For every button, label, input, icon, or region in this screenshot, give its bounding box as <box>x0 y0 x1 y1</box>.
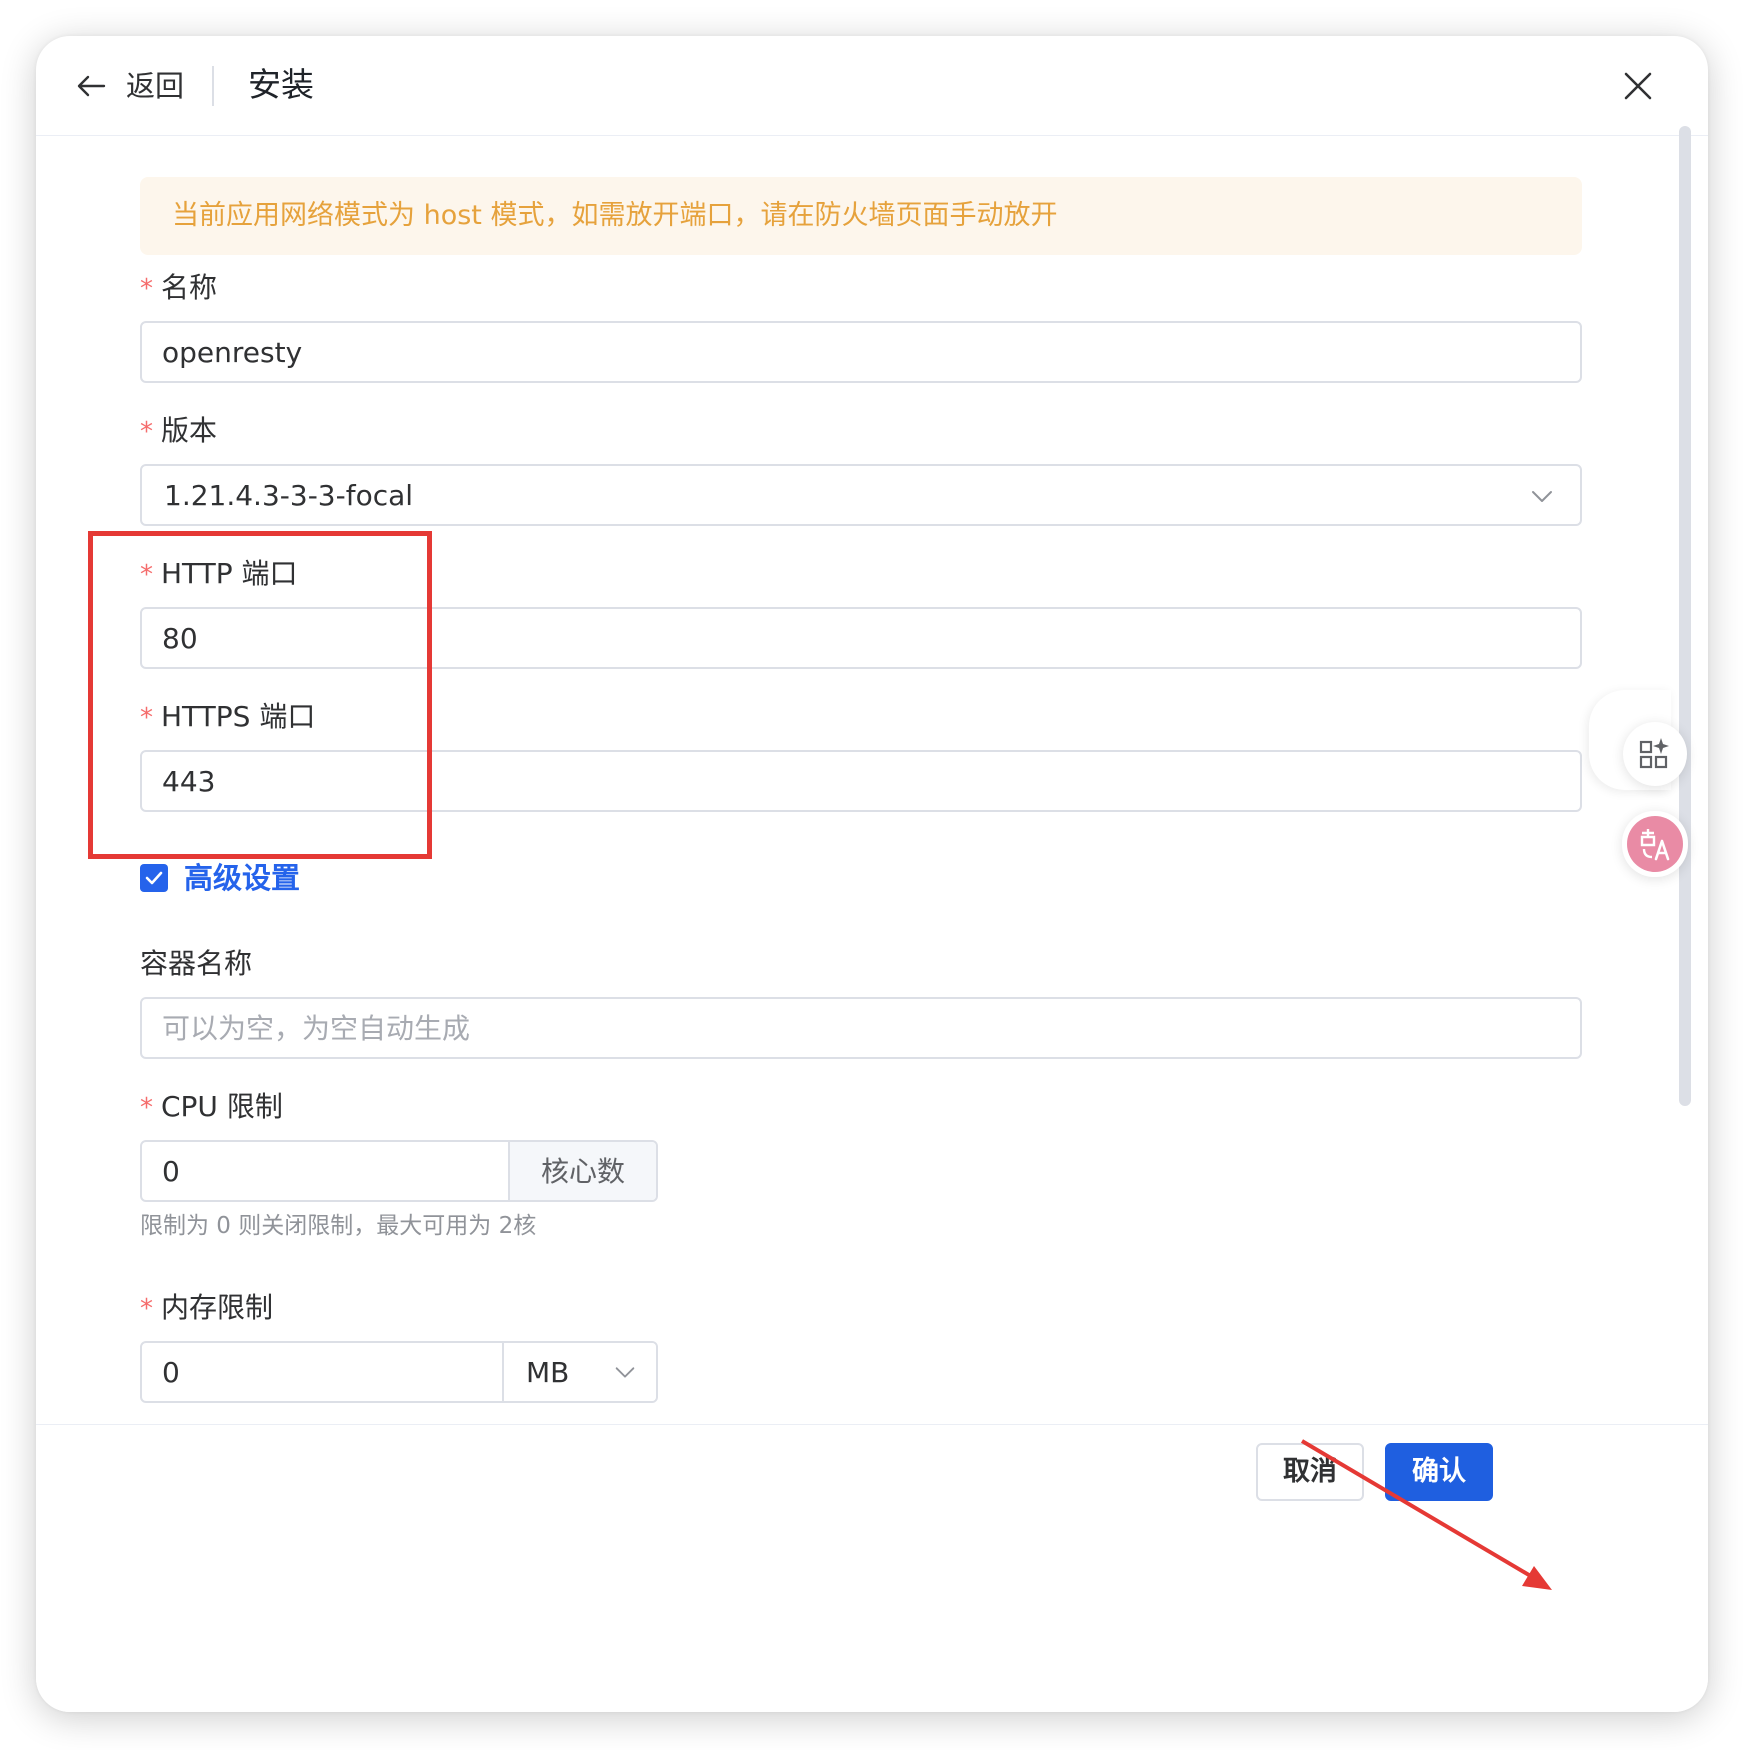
required-mark: * <box>140 274 153 304</box>
check-icon[interactable] <box>140 864 168 892</box>
scrollbar[interactable] <box>1679 126 1691 1106</box>
version-select[interactable]: 1.21.4.3-3-3-focal <box>140 464 1582 526</box>
chevron-down-icon <box>1532 491 1552 502</box>
cpu-unit-text: 核心数 <box>540 1155 625 1188</box>
container-name-label: 容器名称 <box>140 944 252 984</box>
dialog-header: 返回 安装 <box>36 36 1708 136</box>
memory-unit-text: MB <box>526 1356 570 1389</box>
required-mark: * <box>140 1294 153 1324</box>
cpu-limit-value: 0 <box>162 1155 180 1188</box>
cancel-button[interactable]: 取消 <box>1256 1443 1364 1501</box>
page-title: 安装 <box>248 65 314 104</box>
version-label: * 版本 <box>140 411 217 452</box>
close-icon[interactable] <box>1616 64 1660 108</box>
memory-limit-label-text: 内存限制 <box>161 1291 274 1324</box>
cpu-limit-label: * CPU 限制 <box>140 1087 283 1128</box>
alert-text: 当前应用网络模式为 host 模式，如需放开端口，请在防火墙页面手动放开 <box>172 200 1058 231</box>
translate-icon <box>1627 816 1683 872</box>
name-input[interactable]: openresty <box>140 321 1582 383</box>
container-name-placeholder: 可以为空，为空自动生成 <box>162 1012 471 1045</box>
header-divider <box>212 66 214 106</box>
required-mark: * <box>140 1093 153 1123</box>
advanced-settings-label[interactable]: 高级设置 <box>184 858 300 898</box>
annotation-highlight-box <box>88 531 432 859</box>
name-label: * 名称 <box>140 268 217 309</box>
name-label-text: 名称 <box>161 271 218 304</box>
app-grid-button[interactable] <box>1623 722 1687 786</box>
back-link[interactable]: 返回 <box>126 66 184 106</box>
back-arrow-icon[interactable] <box>72 66 112 106</box>
name-input-value: openresty <box>162 336 303 369</box>
memory-limit-label: * 内存限制 <box>140 1288 273 1329</box>
container-name-label-text: 容器名称 <box>140 947 253 980</box>
install-dialog: 返回 安装 当前应用网络模式为 host 模式，如需放开端口，请在防火墙页面手动… <box>36 36 1708 1712</box>
dialog-footer: 取消 确认 <box>36 1424 1708 1712</box>
chevron-down-icon <box>615 1367 635 1378</box>
required-mark: * <box>140 417 153 447</box>
memory-limit-input[interactable]: 0 MB <box>140 1341 658 1403</box>
cpu-limit-label-text: CPU 限制 <box>161 1090 283 1123</box>
container-name-input[interactable]: 可以为空，为空自动生成 <box>140 997 1582 1059</box>
version-label-text: 版本 <box>161 414 218 447</box>
memory-limit-value: 0 <box>162 1356 180 1389</box>
version-select-value: 1.21.4.3-3-3-focal <box>164 479 414 512</box>
confirm-button[interactable]: 确认 <box>1385 1443 1493 1501</box>
memory-unit-select[interactable]: MB <box>502 1343 656 1401</box>
cpu-limit-input[interactable]: 0 核心数 <box>140 1140 658 1202</box>
cpu-limit-hint: 限制为 0 则关闭限制，最大可用为 2核 <box>140 1213 537 1239</box>
app-grid-sparkle-icon <box>1639 738 1669 769</box>
cpu-unit-addon: 核心数 <box>508 1142 656 1200</box>
host-mode-alert: 当前应用网络模式为 host 模式，如需放开端口，请在防火墙页面手动放开 <box>140 177 1582 255</box>
translate-button[interactable] <box>1622 811 1688 877</box>
